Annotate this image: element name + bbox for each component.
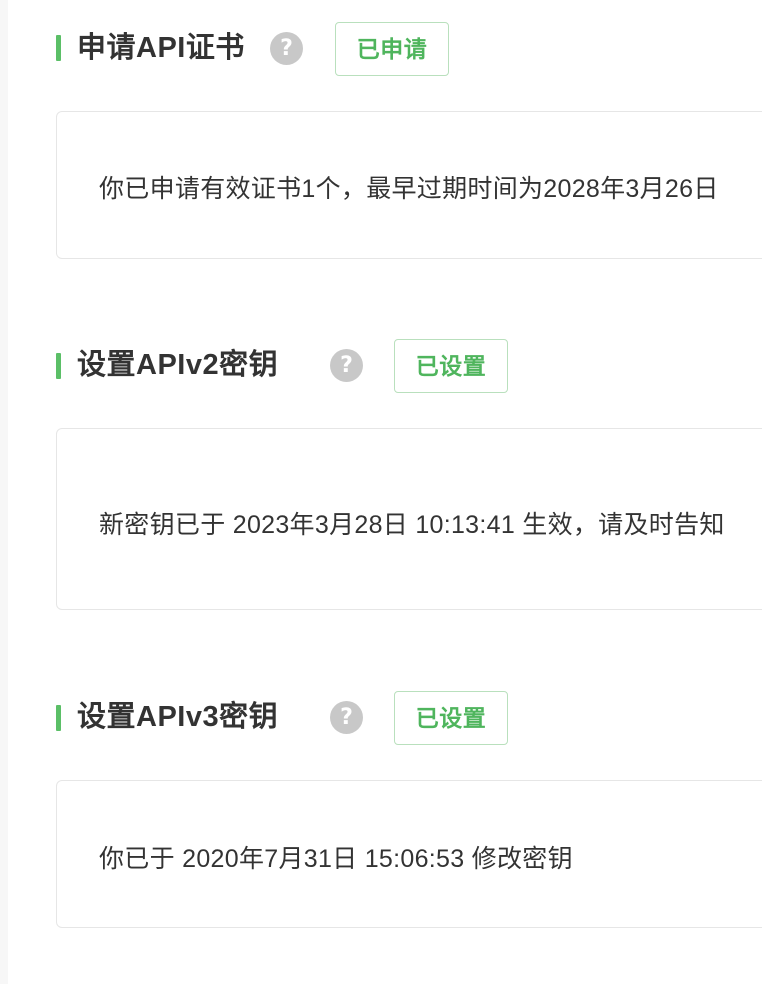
info-text: 你已申请有效证书1个，最早过期时间为2028年3月26日 (99, 175, 719, 203)
section-title: 设置APIv3密钥 (77, 701, 279, 733)
section-accent-bar (56, 353, 61, 379)
section-accent-bar (56, 705, 61, 731)
status-badge[interactable]: 已申请 (335, 22, 449, 76)
section-title: 设置APIv2密钥 (77, 349, 279, 381)
section-title: 申请API证书 (77, 32, 245, 64)
info-card: 新密钥已于 2023年3月28日 10:13:41 生效，请及时告知 (56, 428, 762, 610)
section-header: 设置APIv3密钥 ? 已设置 (0, 690, 762, 746)
section-accent-bar (56, 35, 61, 61)
info-card: 你已申请有效证书1个，最早过期时间为2028年3月26日 (56, 111, 762, 259)
section-header: 设置APIv2密钥 ? 已设置 (0, 338, 762, 394)
info-text: 你已于 2020年7月31日 15:06:53 修改密钥 (99, 845, 573, 873)
status-badge[interactable]: 已设置 (394, 339, 508, 393)
info-card: 你已于 2020年7月31日 15:06:53 修改密钥 (56, 780, 762, 928)
left-panel-edge (0, 0, 8, 984)
status-badge[interactable]: 已设置 (394, 691, 508, 745)
question-circle-icon[interactable]: ? (330, 349, 363, 382)
section-header: 申请API证书 ? 已申请 (0, 20, 762, 76)
info-text: 新密钥已于 2023年3月28日 10:13:41 生效，请及时告知 (99, 511, 725, 539)
question-circle-icon[interactable]: ? (270, 32, 303, 65)
question-circle-icon[interactable]: ? (330, 701, 363, 734)
